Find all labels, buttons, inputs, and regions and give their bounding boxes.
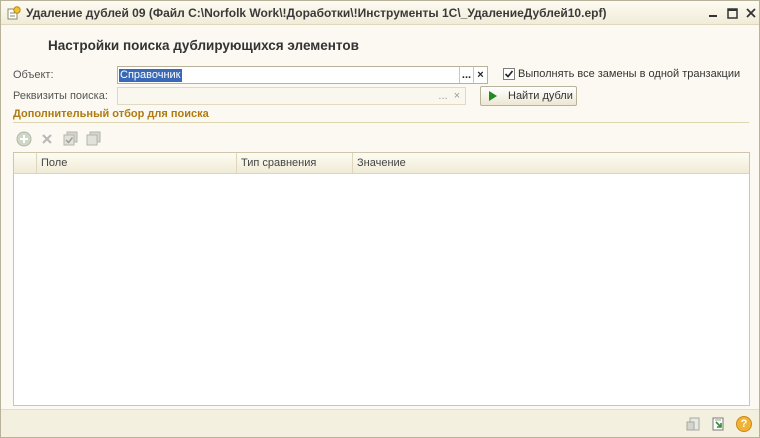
export-icon bbox=[686, 417, 700, 431]
section-divider bbox=[13, 122, 749, 123]
search-attrs-select-button[interactable]: ... bbox=[436, 88, 450, 104]
column-header-marker bbox=[14, 153, 36, 174]
delete-icon bbox=[42, 134, 52, 144]
import-button[interactable] bbox=[710, 416, 726, 432]
object-clear-button[interactable]: × bbox=[473, 67, 487, 83]
single-transaction-label[interactable]: Выполнять все замены в одной транзакции bbox=[518, 68, 740, 80]
single-transaction-checkbox[interactable] bbox=[503, 68, 515, 80]
search-attrs-label: Реквизиты поиска: bbox=[13, 90, 108, 102]
maximize-icon bbox=[726, 7, 738, 19]
main-window: Удаление дублей 09 (Файл C:\Norfolk Work… bbox=[0, 0, 760, 438]
find-duplicates-label: Найти дубли bbox=[508, 90, 573, 102]
maximize-button[interactable] bbox=[723, 4, 741, 22]
minimize-button[interactable] bbox=[704, 4, 722, 22]
search-attrs-clear-button[interactable]: × bbox=[450, 88, 464, 104]
object-label: Объект: bbox=[13, 69, 54, 81]
object-select-button[interactable]: ... bbox=[459, 67, 473, 83]
uncheck-all-icon bbox=[86, 131, 101, 146]
delete-row-button[interactable] bbox=[39, 131, 55, 147]
column-header-value[interactable]: Значение bbox=[352, 153, 749, 174]
filter-table[interactable]: Поле Тип сравнения Значение bbox=[13, 152, 750, 406]
add-row-button[interactable] bbox=[16, 131, 32, 147]
object-field[interactable]: Справочник ... × bbox=[117, 66, 488, 84]
column-header-comparison[interactable]: Тип сравнения bbox=[236, 153, 352, 174]
find-duplicates-button[interactable]: Найти дубли bbox=[480, 86, 577, 106]
minimize-icon bbox=[709, 15, 717, 17]
add-icon bbox=[16, 131, 32, 147]
import-icon bbox=[712, 417, 724, 431]
window-title: Удаление дублей 09 (Файл C:\Norfolk Work… bbox=[26, 6, 607, 20]
status-bar: ? bbox=[1, 409, 759, 437]
play-icon bbox=[489, 91, 497, 101]
filter-section-title: Дополнительный отбор для поиска bbox=[13, 108, 209, 120]
help-icon: ? bbox=[736, 416, 752, 432]
help-button[interactable]: ? bbox=[736, 416, 752, 432]
check-all-button[interactable] bbox=[63, 131, 79, 147]
form-heading: Настройки поиска дублирующихся элементов bbox=[48, 38, 359, 53]
search-attrs-field[interactable]: ... × bbox=[117, 87, 466, 105]
object-field-value[interactable]: Справочник bbox=[119, 69, 182, 82]
close-button[interactable] bbox=[742, 4, 760, 22]
close-icon bbox=[746, 8, 756, 18]
table-header: Поле Тип сравнения Значение bbox=[14, 153, 749, 174]
app-icon bbox=[7, 6, 21, 20]
checkmark-icon bbox=[504, 70, 514, 78]
export-button[interactable] bbox=[685, 416, 701, 432]
title-bar[interactable]: Удаление дублей 09 (Файл C:\Norfolk Work… bbox=[1, 1, 759, 25]
column-header-field[interactable]: Поле bbox=[36, 153, 236, 174]
uncheck-all-button[interactable] bbox=[86, 131, 102, 147]
check-all-icon bbox=[63, 131, 78, 146]
